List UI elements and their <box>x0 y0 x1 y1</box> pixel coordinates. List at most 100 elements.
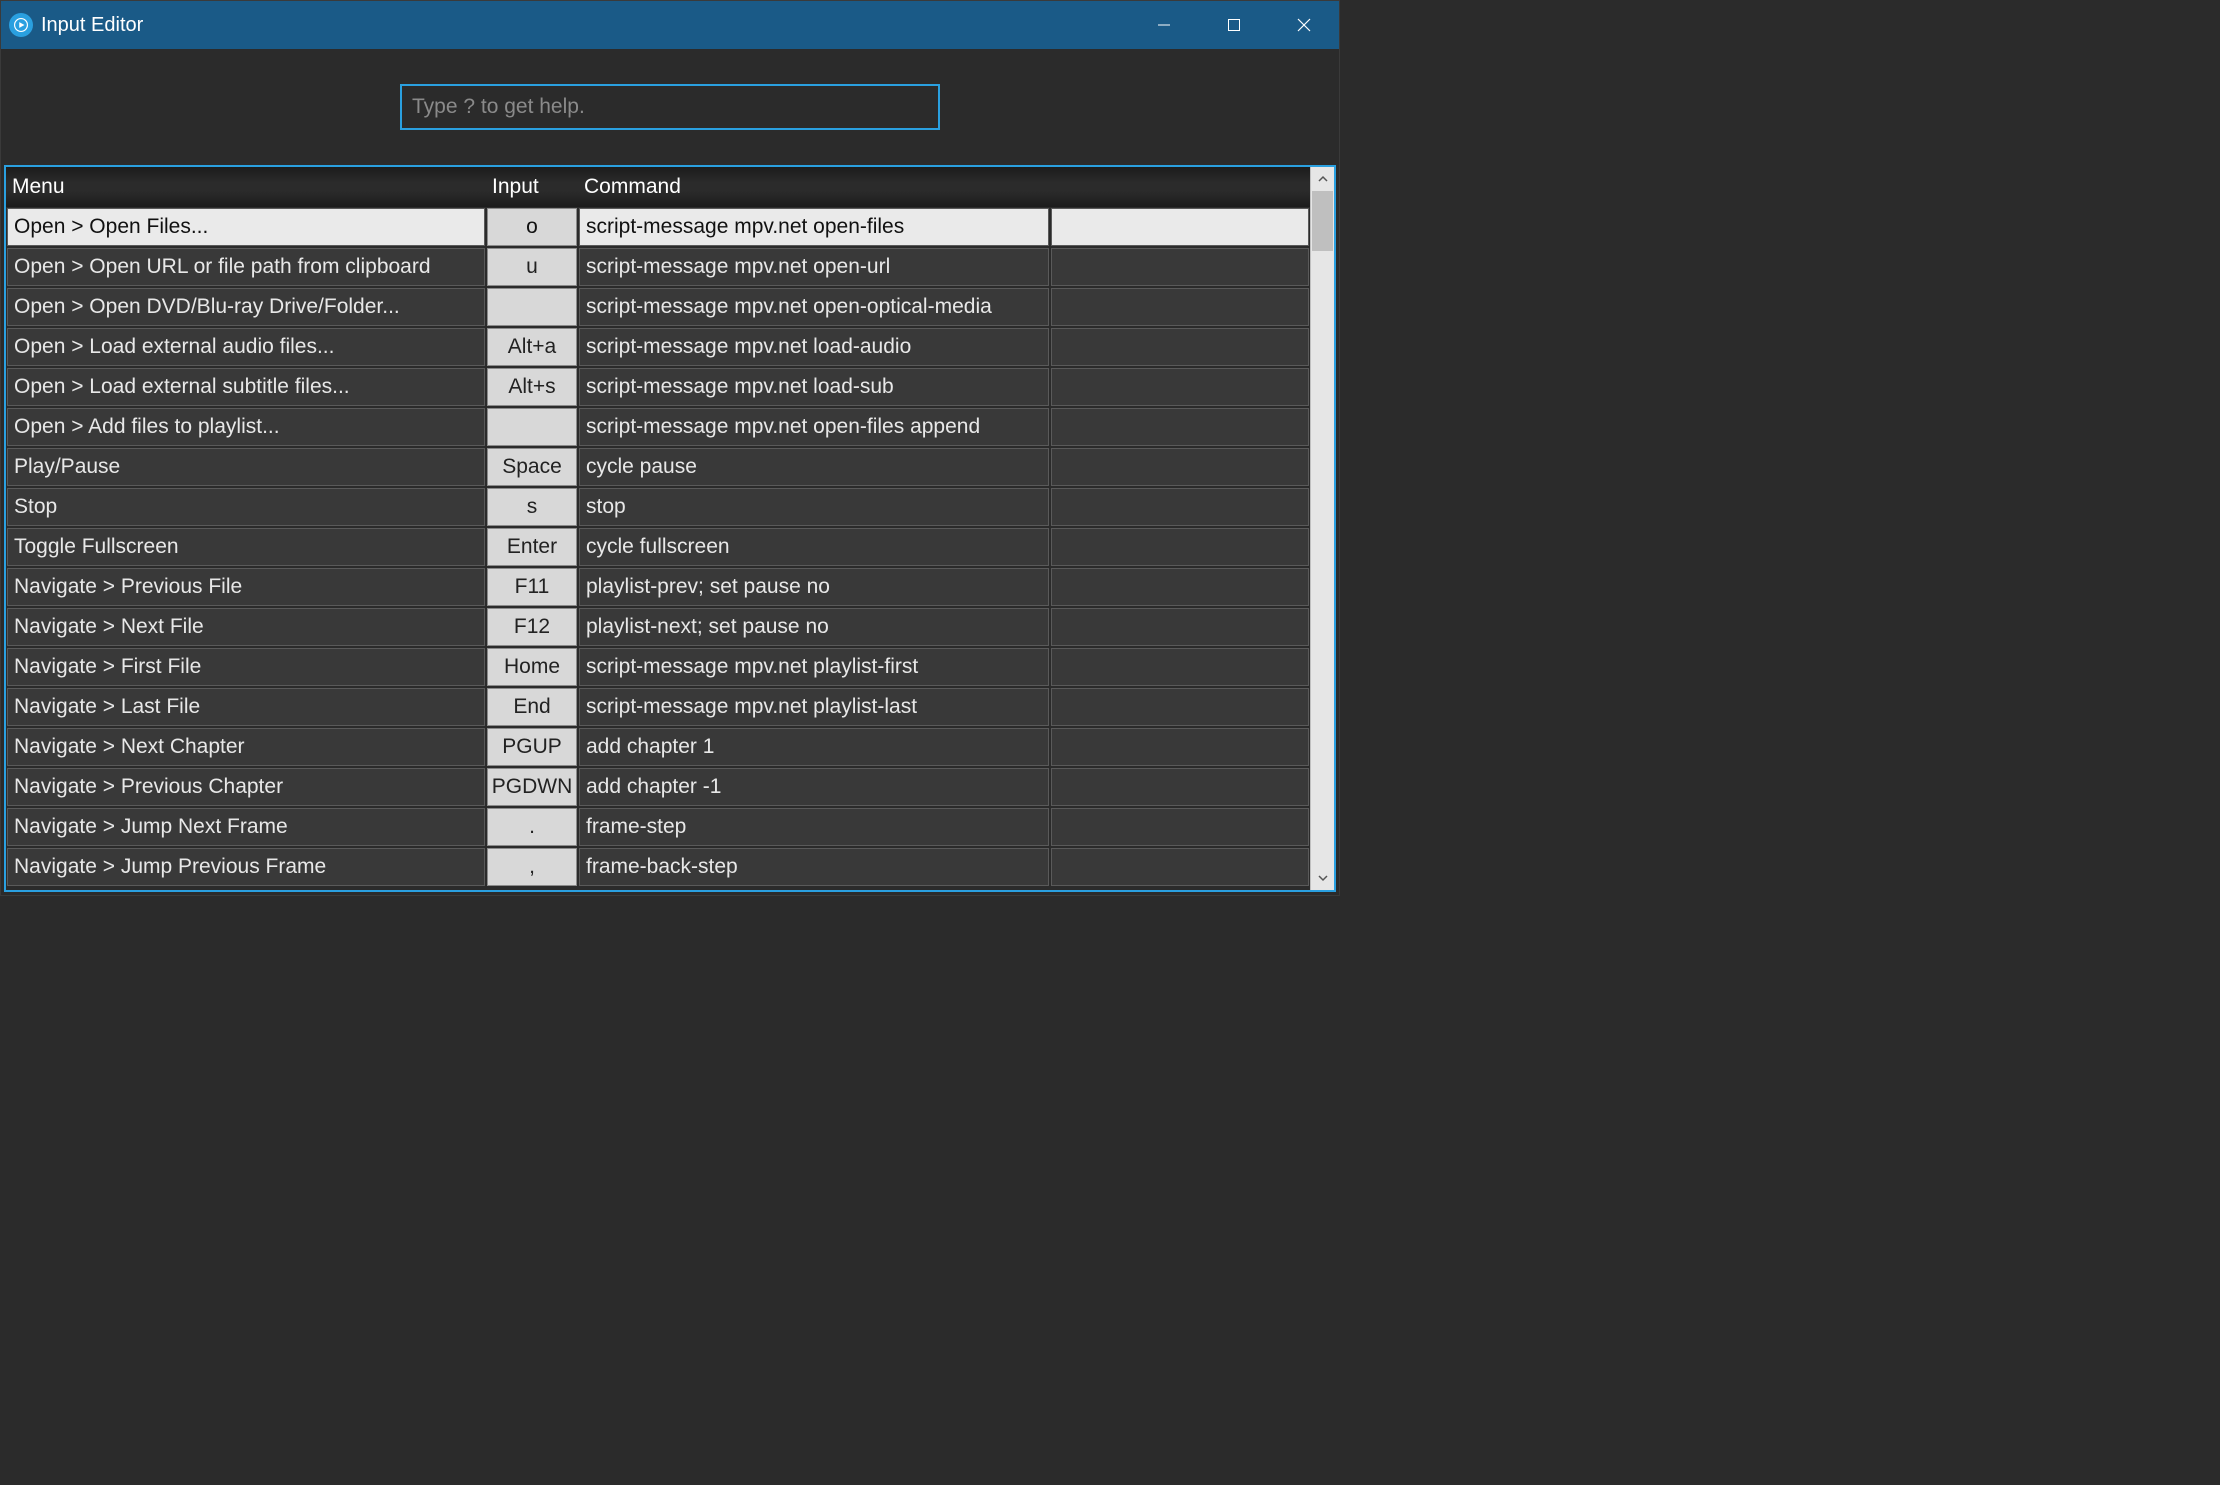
table-row[interactable]: Open > Load external audio files...Alt+a… <box>6 327 1310 367</box>
cell-menu[interactable]: Navigate > Previous File <box>7 568 485 606</box>
cell-command[interactable]: script-message mpv.net load-audio <box>579 328 1049 366</box>
cell-input[interactable]: Enter <box>487 528 577 566</box>
cell-extra[interactable] <box>1051 808 1309 846</box>
cell-command[interactable]: frame-step <box>579 808 1049 846</box>
cell-input[interactable]: End <box>487 688 577 726</box>
table-row[interactable]: Open > Open DVD/Blu-ray Drive/Folder... s… <box>6 287 1310 327</box>
cell-menu[interactable]: Play/Pause <box>7 448 485 486</box>
cell-extra[interactable] <box>1051 408 1309 446</box>
window: Input Editor Menu Input Command Open > O… <box>0 0 1340 896</box>
col-input[interactable]: Input <box>486 175 578 199</box>
table-row[interactable]: Navigate > Jump Next Frame.frame-step <box>6 807 1310 847</box>
cell-command[interactable]: cycle pause <box>579 448 1049 486</box>
cell-menu[interactable]: Open > Open DVD/Blu-ray Drive/Folder... <box>7 288 485 326</box>
table-row[interactable]: Play/PauseSpacecycle pause <box>6 447 1310 487</box>
cell-extra[interactable] <box>1051 568 1309 606</box>
cell-input[interactable]: F11 <box>487 568 577 606</box>
cell-menu[interactable]: Navigate > Previous Chapter <box>7 768 485 806</box>
cell-command[interactable]: script-message mpv.net open-optical-medi… <box>579 288 1049 326</box>
cell-input[interactable]: Alt+s <box>487 368 577 406</box>
table-header: Menu Input Command <box>6 167 1310 207</box>
cell-input[interactable]: PGUP <box>487 728 577 766</box>
cell-extra[interactable] <box>1051 368 1309 406</box>
cell-command[interactable]: playlist-prev; set pause no <box>579 568 1049 606</box>
cell-extra[interactable] <box>1051 488 1309 526</box>
cell-input[interactable]: s <box>487 488 577 526</box>
cell-command[interactable]: add chapter -1 <box>579 768 1049 806</box>
cell-menu[interactable]: Open > Open Files... <box>7 208 485 246</box>
table-row[interactable]: Navigate > First FileHomescript-message … <box>6 647 1310 687</box>
table-row[interactable]: Navigate > Previous FileF11playlist-prev… <box>6 567 1310 607</box>
cell-extra[interactable] <box>1051 208 1309 246</box>
cell-extra[interactable] <box>1051 448 1309 486</box>
table-row[interactable]: Navigate > Previous ChapterPGDWNadd chap… <box>6 767 1310 807</box>
scroll-track[interactable] <box>1311 191 1334 866</box>
cell-input[interactable]: Home <box>487 648 577 686</box>
cell-command[interactable]: script-message mpv.net open-url <box>579 248 1049 286</box>
cell-extra[interactable] <box>1051 688 1309 726</box>
cell-command[interactable]: cycle fullscreen <box>579 528 1049 566</box>
cell-menu[interactable]: Open > Open URL or file path from clipbo… <box>7 248 485 286</box>
cell-command[interactable]: frame-back-step <box>579 848 1049 886</box>
cell-menu[interactable]: Open > Load external subtitle files... <box>7 368 485 406</box>
cell-command[interactable]: playlist-next; set pause no <box>579 608 1049 646</box>
cell-extra[interactable] <box>1051 328 1309 366</box>
cell-command[interactable]: script-message mpv.net open-files <box>579 208 1049 246</box>
cell-menu[interactable]: Navigate > Next File <box>7 608 485 646</box>
cell-extra[interactable] <box>1051 608 1309 646</box>
cell-extra[interactable] <box>1051 288 1309 326</box>
table-row[interactable]: Navigate > Jump Previous Frame,frame-bac… <box>6 847 1310 887</box>
cell-extra[interactable] <box>1051 248 1309 286</box>
scroll-down-button[interactable] <box>1311 866 1334 890</box>
cell-menu[interactable]: Navigate > Next Chapter <box>7 728 485 766</box>
cell-input[interactable]: u <box>487 248 577 286</box>
table-row[interactable]: Open > Open URL or file path from clipbo… <box>6 247 1310 287</box>
cell-input[interactable]: Alt+a <box>487 328 577 366</box>
cell-extra[interactable] <box>1051 728 1309 766</box>
cell-input[interactable]: F12 <box>487 608 577 646</box>
cell-input[interactable]: , <box>487 848 577 886</box>
table-row[interactable]: Navigate > Last FileEndscript-message mp… <box>6 687 1310 727</box>
cell-command[interactable]: script-message mpv.net playlist-first <box>579 648 1049 686</box>
cell-extra[interactable] <box>1051 848 1309 886</box>
cell-command[interactable]: add chapter 1 <box>579 728 1049 766</box>
col-command[interactable]: Command <box>578 175 1050 199</box>
cell-menu[interactable]: Navigate > Jump Next Frame <box>7 808 485 846</box>
cell-menu[interactable]: Stop <box>7 488 485 526</box>
cell-menu[interactable]: Toggle Fullscreen <box>7 528 485 566</box>
scroll-thumb[interactable] <box>1312 191 1333 251</box>
cell-command[interactable]: script-message mpv.net playlist-last <box>579 688 1049 726</box>
cell-input[interactable]: PGDWN <box>487 768 577 806</box>
cell-menu[interactable]: Open > Add files to playlist... <box>7 408 485 446</box>
minimize-button[interactable] <box>1129 1 1199 49</box>
cell-extra[interactable] <box>1051 528 1309 566</box>
cell-command[interactable]: stop <box>579 488 1049 526</box>
cell-input[interactable]: Space <box>487 448 577 486</box>
cell-input[interactable] <box>487 288 577 326</box>
cell-command[interactable]: script-message mpv.net load-sub <box>579 368 1049 406</box>
scroll-up-button[interactable] <box>1311 167 1334 191</box>
cell-input[interactable] <box>487 408 577 446</box>
cell-menu[interactable]: Navigate > Jump Previous Frame <box>7 848 485 886</box>
search-input[interactable] <box>400 84 940 130</box>
cell-menu[interactable]: Navigate > Last File <box>7 688 485 726</box>
cell-command[interactable]: script-message mpv.net open-files append <box>579 408 1049 446</box>
cell-input[interactable]: o <box>487 208 577 246</box>
cell-menu[interactable]: Open > Load external audio files... <box>7 328 485 366</box>
close-button[interactable] <box>1269 1 1339 49</box>
table-row[interactable]: Navigate > Next FileF12playlist-next; se… <box>6 607 1310 647</box>
table-row[interactable]: Toggle FullscreenEntercycle fullscreen <box>6 527 1310 567</box>
table-row[interactable]: Open > Load external subtitle files...Al… <box>6 367 1310 407</box>
maximize-button[interactable] <box>1199 1 1269 49</box>
table-row[interactable]: Open > Add files to playlist... script-me… <box>6 407 1310 447</box>
table-row[interactable]: Open > Open Files...oscript-message mpv.… <box>6 207 1310 247</box>
cell-input[interactable]: . <box>487 808 577 846</box>
table-row[interactable]: Navigate > Next ChapterPGUPadd chapter 1 <box>6 727 1310 767</box>
vertical-scrollbar[interactable] <box>1310 167 1334 890</box>
cell-extra[interactable] <box>1051 768 1309 806</box>
col-menu[interactable]: Menu <box>6 175 486 199</box>
cell-menu[interactable]: Navigate > First File <box>7 648 485 686</box>
table-row[interactable]: Stopsstop <box>6 487 1310 527</box>
titlebar[interactable]: Input Editor <box>1 1 1339 49</box>
cell-extra[interactable] <box>1051 648 1309 686</box>
